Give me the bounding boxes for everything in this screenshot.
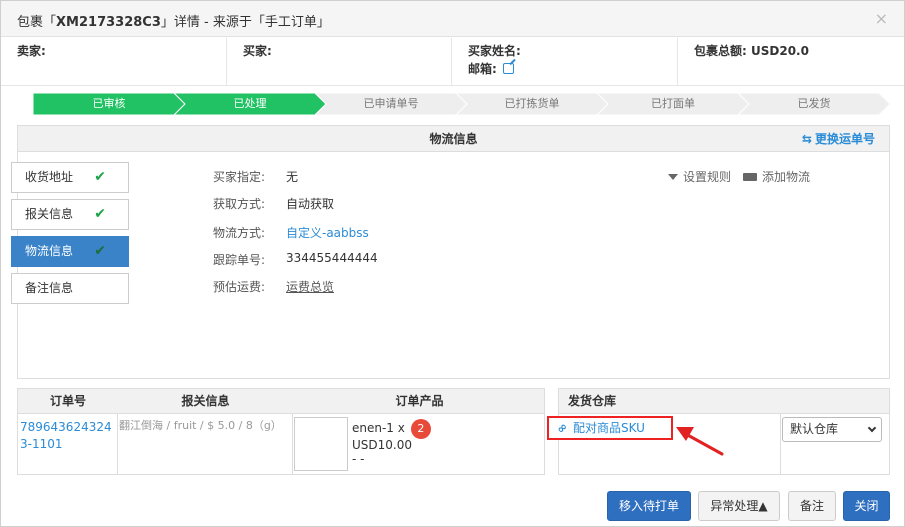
warehouse-title: 发货仓库 bbox=[568, 394, 617, 408]
freight-overview-link[interactable]: 运费总览 bbox=[286, 278, 334, 295]
total-label: 包裹总额: bbox=[694, 44, 747, 58]
set-rule-link[interactable]: 设置规则 bbox=[668, 168, 731, 185]
swap-arrows-icon: ⇆ bbox=[801, 132, 812, 146]
title-suffix: 」详情 - 来源于「手工订单」 bbox=[160, 15, 330, 30]
tracking-number: 334455444444 bbox=[286, 251, 378, 265]
seller-cell: 卖家: bbox=[1, 38, 227, 86]
buyer-label: 买家: bbox=[243, 44, 272, 58]
order-table: 订单号 报关信息 订单产品 7896436243243-1101 翻江倒海 / … bbox=[17, 388, 545, 475]
buyer-cell: 买家: bbox=[227, 38, 452, 86]
package-detail-dialog: 包裹「XM2173328C3」详情 - 来源于「手工订单」 × 卖家: 买家: … bbox=[0, 0, 905, 527]
seller-label: 卖家: bbox=[17, 44, 46, 58]
col-order-product: 订单产品 bbox=[395, 394, 444, 408]
step-1: 已审核 bbox=[33, 93, 185, 115]
note-button[interactable]: 备注 bbox=[788, 491, 836, 521]
field-logistics-method: 物流方式: 自定义-aabbss bbox=[213, 224, 369, 241]
close-icon[interactable]: × bbox=[875, 9, 888, 28]
product-name: enen-1 x bbox=[352, 421, 405, 435]
field-tracking-no: 跟踪单号: 334455444444 bbox=[213, 251, 378, 268]
tab-remarks[interactable]: 备注信息 bbox=[11, 273, 129, 304]
step-5: 已打面单 bbox=[597, 93, 749, 115]
edit-email-icon[interactable] bbox=[502, 63, 514, 74]
dialog-header: 包裹「XM2173328C3」详情 - 来源于「手工订单」 × bbox=[1, 1, 904, 37]
add-logistics-link[interactable]: 添加物流 bbox=[743, 168, 810, 185]
product-thumbnail bbox=[294, 417, 348, 471]
tab-shipping-address[interactable]: 收货地址 ✔ bbox=[11, 162, 129, 193]
truck-icon bbox=[743, 173, 757, 181]
check-icon: ✔ bbox=[94, 243, 106, 259]
field-label: 买家指定: bbox=[213, 170, 266, 184]
filter-icon bbox=[668, 174, 678, 180]
tab-label: 报关信息 bbox=[25, 207, 74, 221]
step-label: 已打面单 bbox=[651, 97, 695, 110]
annotation-arrow-icon bbox=[676, 427, 724, 456]
step-4: 已打拣货单 bbox=[456, 93, 608, 115]
set-rule-label: 设置规则 bbox=[683, 170, 732, 184]
step-2: 已处理 bbox=[174, 93, 326, 115]
warehouse-header: 发货仓库 bbox=[559, 389, 889, 414]
check-icon: ✔ bbox=[94, 169, 106, 185]
total-cell: 包裹总额: USD20.0 bbox=[678, 38, 904, 86]
quantity-badge: 2 bbox=[410, 419, 431, 439]
field-buyer-specified: 买家指定: 无 bbox=[213, 168, 298, 185]
chevron-down-icon bbox=[867, 423, 877, 433]
step-label: 已发货 bbox=[797, 97, 831, 110]
tab-label: 备注信息 bbox=[25, 281, 74, 295]
tab-customs-info[interactable]: 报关信息 ✔ bbox=[11, 199, 129, 230]
status-steps: 已审核 已处理 已申请单号 已打拣货单 已打面单 已发货 bbox=[33, 93, 893, 115]
exception-handling-button[interactable]: 异常处理▲ bbox=[698, 491, 780, 521]
step-label: 已审核 bbox=[92, 97, 126, 110]
close-button[interactable]: 关闭 bbox=[843, 491, 890, 521]
total-value: USD20.0 bbox=[751, 44, 809, 58]
email-row: 邮箱: bbox=[468, 60, 514, 77]
tab-label: 收货地址 bbox=[25, 170, 74, 184]
dialog-title: 包裹「XM2173328C3」详情 - 来源于「手工订单」 bbox=[17, 11, 330, 30]
field-value: 无 bbox=[286, 170, 299, 184]
order-table-header: 订单号 报关信息 订单产品 bbox=[18, 389, 544, 414]
match-sku-link[interactable]: ∞ 配对商品SKU bbox=[547, 416, 673, 440]
title-prefix: 包裹「 bbox=[17, 15, 57, 30]
product-name-row: enen-1 x 2 bbox=[352, 419, 431, 439]
field-acquire-method: 获取方式: 自动获取 bbox=[213, 195, 334, 212]
link-icon: ∞ bbox=[553, 419, 571, 437]
step-label: 已申请单号 bbox=[363, 97, 419, 110]
col-divider bbox=[117, 414, 118, 474]
tab-logistics-info[interactable]: 物流信息 ✔ bbox=[11, 236, 129, 267]
step-6: 已发货 bbox=[738, 93, 890, 115]
buyer-name-label: 买家姓名: bbox=[468, 44, 521, 58]
order-info-row: 卖家: 买家: 买家姓名: 邮箱: 包裹总额: USD20.0 bbox=[1, 38, 904, 86]
email-label: 邮箱: bbox=[468, 62, 497, 76]
field-label: 获取方式: bbox=[213, 197, 266, 211]
logistics-panel: 物流信息 ⇆ 更换运单号 bbox=[17, 125, 890, 379]
field-label: 预估运费: bbox=[213, 280, 266, 294]
field-value: 自动获取 bbox=[286, 197, 335, 211]
step-3: 已申请单号 bbox=[315, 93, 467, 115]
warehouse-select-value: 默认仓库 bbox=[790, 422, 839, 436]
step-label: 已打拣货单 bbox=[504, 97, 560, 110]
product-price: USD10.00 bbox=[352, 438, 412, 452]
customs-info-text: 翻江倒海 / fruit / $ 5.0 / 8（g） bbox=[119, 419, 282, 432]
field-estimated-freight: 预估运费: 运费总览 bbox=[213, 278, 334, 295]
tab-label: 物流信息 bbox=[25, 244, 74, 258]
field-label: 跟踪单号: bbox=[213, 253, 266, 267]
package-id: XM2173328C3 bbox=[56, 15, 161, 30]
swap-tracking-label: 更换运单号 bbox=[814, 132, 875, 146]
field-label: 物流方式: bbox=[213, 226, 266, 240]
product-extra: - - bbox=[352, 452, 365, 466]
logistics-panel-header: 物流信息 ⇆ 更换运单号 bbox=[18, 126, 889, 152]
col-divider bbox=[780, 414, 781, 474]
col-order-no: 订单号 bbox=[49, 394, 86, 408]
move-to-print-button[interactable]: 移入待打单 bbox=[607, 491, 691, 521]
match-sku-label: 配对商品SKU bbox=[573, 421, 645, 435]
logistics-method-link[interactable]: 自定义-aabbss bbox=[286, 224, 369, 241]
col-customs-info: 报关信息 bbox=[181, 394, 230, 408]
warehouse-select[interactable]: 默认仓库 bbox=[782, 417, 882, 442]
step-label: 已处理 bbox=[233, 97, 267, 110]
buyer-name-cell: 买家姓名: 邮箱: bbox=[452, 38, 678, 86]
logistics-panel-title: 物流信息 bbox=[429, 132, 478, 146]
order-number-link[interactable]: 7896436243243-1101 bbox=[20, 419, 115, 453]
add-logistics-label: 添加物流 bbox=[762, 170, 811, 184]
swap-tracking-link[interactable]: ⇆ 更换运单号 bbox=[802, 126, 875, 152]
check-icon: ✔ bbox=[94, 206, 106, 222]
